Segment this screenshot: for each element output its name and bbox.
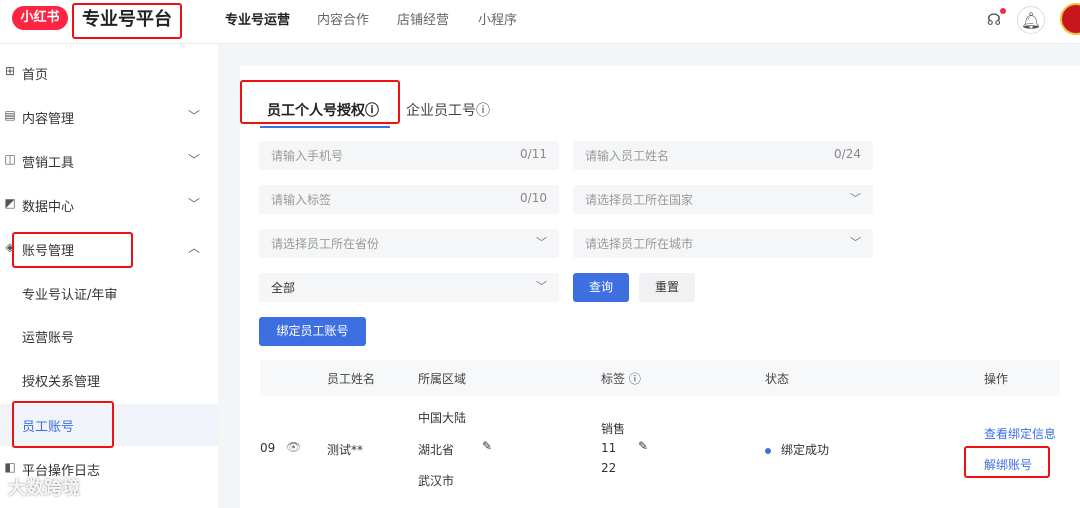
region-country: 中国大陆	[418, 411, 467, 425]
sidebar-item-label: 营销工具	[22, 156, 75, 171]
tag-value: 11	[601, 441, 617, 455]
tab-enterprise-employee[interactable]: 企业员工号ⓘ	[406, 100, 490, 120]
active-tab-indicator	[260, 126, 390, 128]
column-header: 标签 ⓘ	[601, 372, 641, 386]
region-city: 武汉市	[418, 474, 455, 488]
column-header: 状态	[765, 372, 790, 386]
region-province: 湖北省	[418, 443, 455, 457]
tag-value: 销售	[601, 422, 626, 436]
sidebar-item-label: 授权关系管理	[22, 375, 101, 390]
chevron-down-icon: ﹀	[188, 153, 201, 167]
log-icon: ◧	[4, 460, 16, 474]
sidebar-item-data-center[interactable]: ◩ 数据中心 ﹀	[0, 186, 218, 226]
chevron-down-icon: ﹀	[536, 280, 547, 293]
annotation-box	[12, 232, 133, 268]
char-counter: 0/10	[520, 191, 547, 205]
status-select[interactable]: 全部 ﹀	[259, 273, 559, 302]
sidebar-item-marketing[interactable]: ◫ 营销工具 ﹀	[0, 142, 218, 182]
annotation-box	[964, 446, 1050, 478]
nav-store-operations[interactable]: 店铺经营	[397, 9, 449, 28]
chevron-down-icon: ﹀	[188, 197, 201, 211]
status-badge: 绑定成功	[765, 441, 829, 458]
avatar[interactable]	[1060, 3, 1080, 35]
tag-placeholder: 请输入标签	[271, 193, 332, 207]
column-header: 员工姓名	[327, 372, 376, 386]
eye-icon[interactable]: 👁︎	[286, 440, 301, 454]
sidebar-item-label: 专业号认证/年审	[22, 288, 118, 303]
main-panel: 员工个人号授权ⓘ 企业员工号ⓘ 请输入手机号 0/11 请输入员工姓名 0/24…	[240, 66, 1080, 508]
sidebar-item-label: 数据中心	[22, 200, 75, 215]
bell-icon[interactable]: 🔔︎	[1017, 6, 1045, 34]
headset-icon[interactable]: ☊	[980, 6, 1008, 34]
phone-placeholder: 请输入手机号	[271, 149, 344, 163]
edit-icon[interactable]: ✎	[638, 439, 648, 453]
column-header: 操作	[984, 372, 1009, 386]
bind-employee-button[interactable]: 绑定员工账号	[259, 317, 366, 346]
tag-value: 22	[601, 461, 617, 475]
view-binding-info-link[interactable]: 查看绑定信息	[984, 425, 1056, 442]
xiaohongshu-logo[interactable]: 小红书	[12, 6, 68, 30]
query-button[interactable]: 查询	[573, 273, 629, 302]
column-header: 所属区域	[418, 372, 467, 386]
tag-input[interactable]: 请输入标签 0/10	[259, 185, 559, 214]
sidebar-item-label: 运营账号	[22, 331, 75, 346]
name-placeholder: 请输入员工姓名	[585, 149, 670, 163]
chart-icon: ◩	[4, 196, 16, 210]
sidebar-item-certification[interactable]: 专业号认证/年审	[0, 274, 218, 314]
province-select[interactable]: 请选择员工所在省份 ﹀	[259, 229, 559, 258]
employee-name-input[interactable]: 请输入员工姓名 0/24	[573, 141, 873, 170]
char-counter: 0/11	[520, 147, 547, 161]
table-header: 员工姓名 所属区域 标签 ⓘ 状态 操作	[260, 360, 1060, 396]
status-dot	[765, 447, 771, 454]
annotation-box	[240, 80, 400, 124]
document-icon: ▤	[4, 108, 16, 122]
watermark: 大数跨境	[8, 478, 80, 499]
province-placeholder: 请选择员工所在省份	[271, 237, 380, 251]
sidebar-item-label: 首页	[22, 68, 49, 83]
sidebar-item-home[interactable]: ⊞ 首页	[0, 54, 218, 94]
platform-title: 专业号平台	[72, 3, 182, 39]
top-bar: 小红书 专业号平台 专业号运营 内容合作 店铺经营 小程序 ☊ 🔔︎	[0, 0, 1080, 44]
bag-icon: ◫	[4, 152, 16, 166]
sidebar-item-content[interactable]: ▤ 内容管理 ﹀	[0, 98, 218, 138]
sidebar-item-authorization[interactable]: 授权关系管理	[0, 361, 218, 401]
city-placeholder: 请选择员工所在城市	[585, 237, 694, 251]
country-placeholder: 请选择员工所在国家	[585, 193, 694, 207]
sidebar: ⊞ 首页 ▤ 内容管理 ﹀ ◫ 营销工具 ﹀ ◩ 数据中心 ﹀ ◈ 账号管理 ︿…	[0, 44, 218, 508]
sidebar-item-operating-accounts[interactable]: 运营账号	[0, 317, 218, 357]
chevron-down-icon: ﹀	[850, 192, 861, 205]
chevron-up-icon: ︿	[188, 241, 201, 255]
edit-icon[interactable]: ✎	[482, 439, 492, 453]
city-select[interactable]: 请选择员工所在城市 ﹀	[573, 229, 873, 258]
sidebar-item-label: 内容管理	[22, 112, 75, 127]
chevron-down-icon: ﹀	[850, 236, 861, 249]
status-value: 全部	[271, 281, 296, 295]
notification-dot	[1000, 8, 1006, 14]
chevron-down-icon: ﹀	[536, 236, 547, 249]
nav-pro-operations[interactable]: 专业号运营	[225, 9, 290, 28]
nav-mini-program[interactable]: 小程序	[478, 9, 517, 28]
char-counter: 0/24	[834, 147, 861, 161]
chevron-down-icon: ﹀	[188, 109, 201, 123]
employee-name: 测试**	[327, 443, 364, 457]
status-text: 绑定成功	[781, 443, 830, 457]
country-select[interactable]: 请选择员工所在国家 ﹀	[573, 185, 873, 214]
reset-button[interactable]: 重置	[639, 273, 695, 302]
annotation-box	[12, 401, 114, 448]
grid-icon: ⊞	[4, 64, 16, 78]
nav-content-cooperation[interactable]: 内容合作	[317, 9, 369, 28]
employee-id: 09	[260, 441, 276, 455]
phone-input[interactable]: 请输入手机号 0/11	[259, 141, 559, 170]
